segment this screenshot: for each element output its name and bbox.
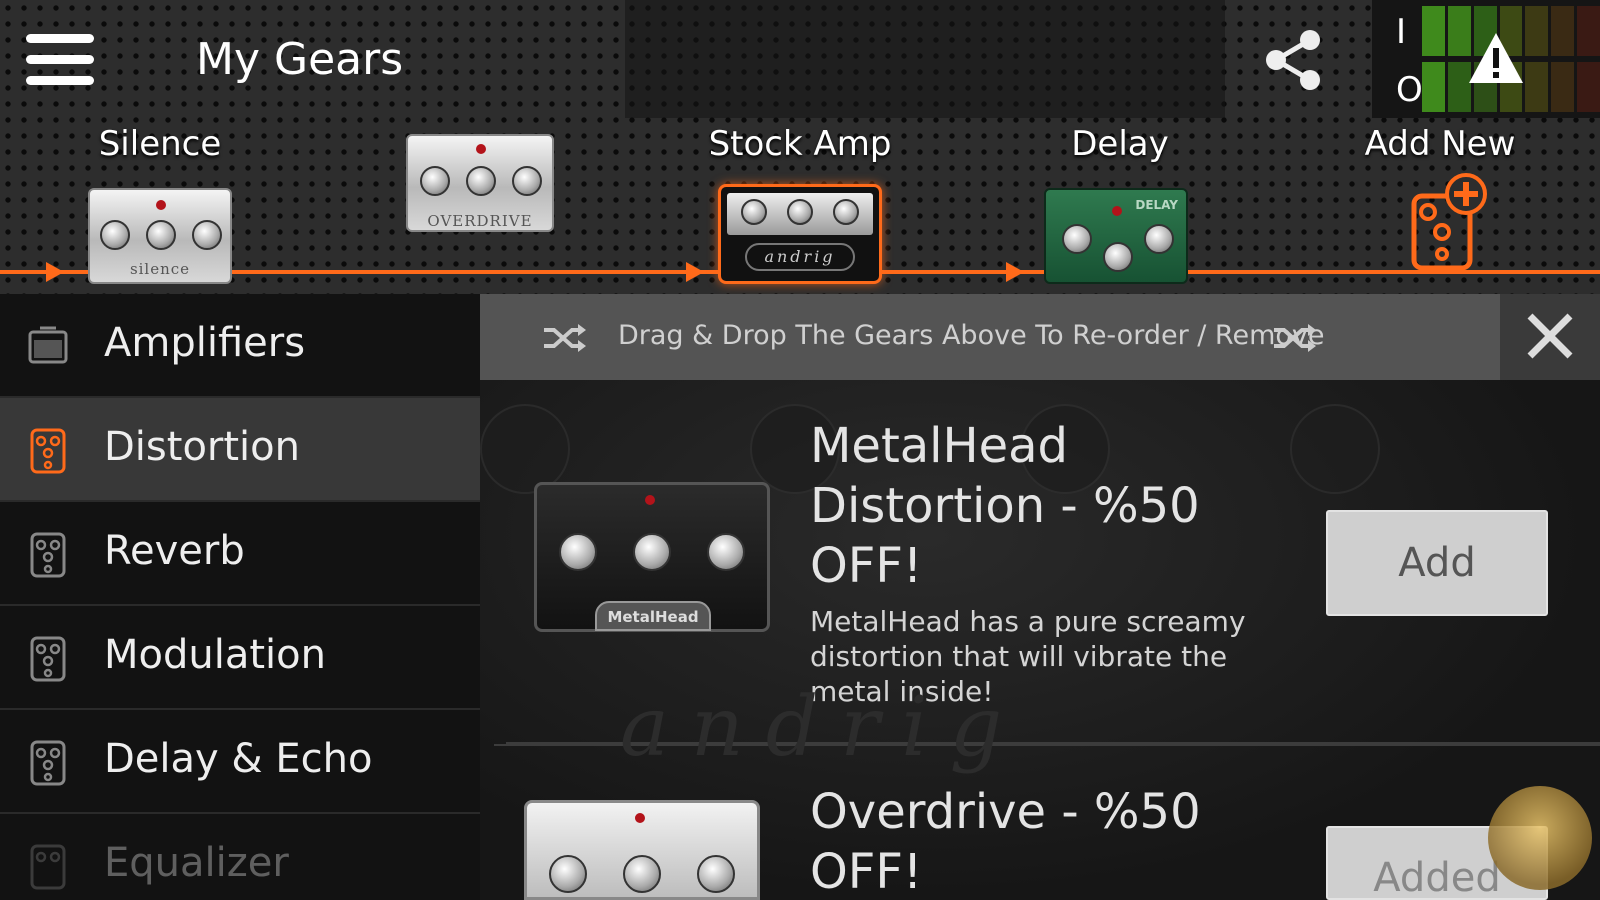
signal-chain-area: My Gears I O Silence Stock Amp Delay Add… — [0, 0, 1600, 294]
sidebar-item-reverb[interactable]: Reverb — [0, 502, 480, 606]
product-title: Overdrive - %50 OFF! — [810, 784, 1201, 900]
shuffle-icon — [544, 324, 586, 352]
pedal-knob — [1144, 224, 1174, 254]
pedal-led — [156, 200, 166, 210]
amp-knob — [787, 199, 813, 225]
sidebar-item-equalizer[interactable]: Equalizer — [0, 814, 480, 900]
gear-label-stock-amp: Stock Amp — [708, 124, 892, 164]
header-plate — [625, 0, 1225, 118]
sidebar-item-label: Distortion — [104, 424, 300, 470]
pedal-icon — [30, 844, 66, 890]
drag-drop-hint-text: Drag & Drop The Gears Above To Re-order … — [618, 320, 1325, 351]
brand-watermark: andrig — [620, 680, 1025, 775]
pedal-knob — [512, 166, 542, 196]
sidebar-item-label: Equalizer — [104, 840, 289, 886]
amp-knob — [833, 199, 859, 225]
output-meter-label: O — [1396, 70, 1423, 110]
gear-label-silence: Silence — [98, 124, 222, 164]
chain-arrow-icon — [686, 262, 704, 282]
pedal-knob — [420, 166, 450, 196]
avatar — [1488, 786, 1592, 890]
hamburger-menu-icon[interactable] — [26, 34, 94, 86]
pedal-knob — [146, 220, 176, 250]
warning-icon[interactable] — [1466, 30, 1526, 86]
pedal-knob — [559, 533, 597, 571]
pedal-knob — [697, 855, 735, 893]
pedal-brand-text: DELAY — [1135, 198, 1178, 212]
pedal-led — [645, 495, 655, 505]
pedal-brand-text: OVERDRIVE — [427, 212, 533, 230]
pedal-knob — [633, 533, 671, 571]
add-new-pedal-icon[interactable] — [1404, 172, 1500, 272]
pedal-led — [1112, 206, 1122, 216]
share-icon[interactable] — [1262, 28, 1326, 92]
pedal-brand-text: MetalHead — [595, 601, 711, 631]
page-title: My Gears — [196, 34, 404, 85]
sidebar-item-label: Amplifiers — [104, 320, 306, 366]
pedal-icon — [30, 740, 66, 786]
pedal-knob — [1062, 224, 1092, 254]
stock-amp[interactable]: andrig — [718, 184, 882, 284]
shuffle-icon — [1274, 324, 1316, 352]
pedal-knob — [549, 855, 587, 893]
amp-logo: andrig — [745, 243, 855, 271]
pedal-icon — [30, 636, 66, 682]
pedal-knob — [623, 855, 661, 893]
pedal-knob — [100, 220, 130, 250]
pedal-knob — [192, 220, 222, 250]
sidebar-item-distortion[interactable]: Distortion — [0, 398, 480, 502]
silence-pedal[interactable]: silence — [88, 188, 232, 284]
overdrive-pedal-image — [524, 800, 760, 900]
amplifier-icon — [28, 326, 68, 364]
pedal-led — [476, 144, 486, 154]
pedal-brand-text: silence — [129, 260, 191, 278]
sidebar-item-label: Modulation — [104, 632, 326, 678]
pedal-knob — [707, 533, 745, 571]
sidebar-item-label: Reverb — [104, 528, 245, 574]
close-icon[interactable] — [1500, 294, 1600, 380]
sidebar-item-delay-echo[interactable]: Delay & Echo — [0, 710, 480, 814]
gear-label-add-new: Add New — [1364, 124, 1516, 164]
amp-knob — [741, 199, 767, 225]
pedal-led — [635, 813, 645, 823]
category-sidebar: Amplifiers Distortion Reverb Modulation — [0, 294, 480, 900]
metalhead-pedal-image: MetalHead — [534, 482, 770, 632]
input-meter-label: I — [1396, 12, 1407, 52]
add-button[interactable]: Add — [1326, 510, 1548, 616]
chain-arrow-icon — [1006, 262, 1024, 282]
sidebar-item-amplifiers[interactable]: Amplifiers — [0, 294, 480, 398]
drag-drop-hint-bar: Drag & Drop The Gears Above To Re-order … — [480, 294, 1500, 380]
sidebar-item-label: Delay & Echo — [104, 736, 373, 782]
overdrive-pedal[interactable]: OVERDRIVE — [406, 134, 554, 232]
delay-pedal[interactable]: DELAY — [1044, 188, 1188, 284]
pedal-knob — [466, 166, 496, 196]
sidebar-item-modulation[interactable]: Modulation — [0, 606, 480, 710]
pedal-icon — [30, 532, 66, 578]
chain-arrow-icon — [46, 262, 64, 282]
product-title: MetalHead Distortion - %50 OFF! — [810, 418, 1200, 594]
gear-label-delay: Delay — [1071, 124, 1169, 164]
pedal-icon — [30, 428, 66, 474]
pedal-knob — [1103, 242, 1133, 272]
